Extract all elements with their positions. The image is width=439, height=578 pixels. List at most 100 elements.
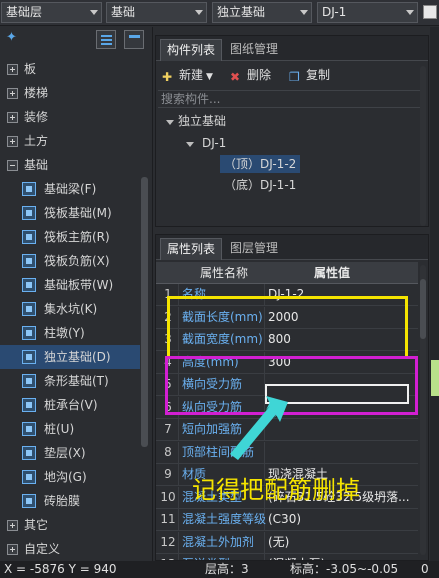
expand-plus-icon[interactable] (7, 136, 18, 147)
tree-item-custom[interactable]: 自定义 (0, 538, 150, 560)
component-icon (22, 398, 36, 412)
component-leaf-top[interactable]: （顶）DJ-1-2 (220, 155, 301, 173)
tab-layer-management[interactable]: 图层管理 (224, 238, 284, 260)
expand-plus-icon[interactable] (7, 112, 18, 123)
property-value[interactable]: (C30) (268, 509, 416, 530)
property-value[interactable]: 300 (268, 352, 416, 373)
sub-item-pile-cap[interactable]: 桩承台(V) (0, 393, 140, 417)
toggle-checkbox[interactable] (423, 5, 437, 19)
sub-item-pier[interactable]: 柱墩(Y) (0, 321, 140, 345)
sub-item-label: 桩(U) (44, 422, 75, 436)
property-row[interactable]: 3 截面宽度(mm) 800 (156, 329, 418, 351)
property-name: 名称 (182, 287, 207, 301)
sparkle-icon[interactable]: ✦ (6, 30, 17, 45)
tree-item-decoration[interactable]: 装修 (0, 106, 150, 128)
row-number: 12 (160, 534, 176, 549)
component-combo[interactable]: DJ-1 (317, 2, 418, 23)
type-combo[interactable]: 独立基础 (212, 2, 312, 23)
new-button[interactable]: ✚ 新建 ▼ (162, 66, 213, 84)
category-combo[interactable]: 基础 (106, 2, 207, 23)
component-leaf-bottom[interactable]: （底）DJ-1-1 (224, 176, 296, 194)
sub-item-label: 条形基础(T) (44, 374, 109, 388)
expand-plus-icon[interactable] (7, 64, 18, 75)
property-name: 截面长度(mm) (182, 309, 263, 324)
sub-item-raft-neg-rebar[interactable]: 筏板负筋(X) (0, 249, 140, 273)
row-number: 7 (164, 422, 172, 436)
property-scrollbar[interactable] (420, 279, 426, 339)
delete-button[interactable]: ✖ 删除 (230, 66, 271, 84)
floor-combo[interactable]: 基础层 (1, 2, 102, 23)
tree-item-earthwork[interactable]: 土方 (0, 130, 150, 152)
tab-drawing-management[interactable]: 图纸管理 (224, 39, 284, 61)
sub-item-label: 地沟(G) (44, 470, 87, 484)
sub-item-label: 筏板负筋(X) (44, 254, 110, 268)
status-elevation: 标高：-3.05~-0.05 (290, 562, 399, 576)
list-view-button[interactable] (96, 30, 116, 49)
left-scrollbar[interactable] (141, 177, 148, 447)
component-icon (22, 230, 36, 244)
tab-property-list[interactable]: 属性列表 (160, 238, 223, 260)
property-row[interactable]: 4 高度(mm) 300 (156, 351, 418, 374)
property-row[interactable]: 1 名称 DJ-1-2 (156, 284, 418, 306)
col-property-value: 属性值 (314, 266, 351, 280)
expand-plus-icon[interactable] (7, 544, 18, 555)
tree-item-other[interactable]: 其它 (0, 514, 150, 536)
row-number: 2 (164, 309, 172, 324)
sub-item-label: 桩承台(V) (44, 398, 98, 412)
component-icon (22, 326, 36, 340)
component-search-input[interactable]: 搜索构件... (158, 90, 426, 108)
sub-item-cushion[interactable]: 垫层(X) (0, 441, 140, 465)
sub-item-slab-band[interactable]: 基础板带(W) (0, 273, 140, 297)
sub-item-raft-foundation[interactable]: 筏板基础(M) (0, 201, 140, 225)
annotation-text: 记得把配筋删掉 (192, 476, 360, 504)
property-value[interactable]: DJ-1-2 (268, 284, 416, 305)
copy-button[interactable]: ❐ 复制 (289, 66, 330, 84)
sub-item-strip-foundation[interactable]: 条形基础(T) (0, 369, 140, 393)
property-panel-tabs: 属性列表 图层管理 (156, 235, 428, 260)
chevron-down-icon (90, 10, 98, 15)
property-row[interactable]: 11 混凝土强度等级 (C30) (156, 509, 418, 531)
copy-icon: ❐ (289, 70, 300, 84)
component-icon (22, 374, 36, 388)
row-number: 11 (160, 512, 176, 526)
floor-combo-value: 基础层 (6, 5, 43, 19)
tree-item-stairs[interactable]: 楼梯 (0, 82, 150, 104)
expand-plus-icon[interactable] (7, 520, 18, 531)
sub-item-pile[interactable]: 桩(U) (0, 417, 140, 441)
delete-icon: ✖ (230, 70, 241, 84)
left-toolbar: ✦ (0, 27, 152, 53)
property-row[interactable]: 2 截面长度(mm) 2000 (156, 306, 418, 329)
component-icon (22, 302, 36, 316)
collapse-minus-icon[interactable] (7, 160, 18, 171)
collapse-triangle-icon[interactable] (166, 120, 174, 125)
copy-button-label: 复制 (306, 68, 331, 82)
property-value[interactable]: (无) (268, 532, 416, 553)
property-value[interactable]: 800 (268, 329, 416, 350)
component-tree-root[interactable]: 独立基础 (178, 112, 226, 130)
sub-item-isolated-foundation[interactable]: 独立基础(D) (0, 345, 140, 369)
type-combo-value: 独立基础 (217, 5, 266, 19)
component-tree-child[interactable]: DJ-1 (202, 134, 226, 152)
sub-item-sump[interactable]: 集水坑(K) (0, 297, 140, 321)
property-row[interactable]: 12 混凝土外加剂 (无) (156, 531, 418, 554)
sub-item-label: 砖胎膜 (44, 494, 81, 508)
property-value[interactable]: 2000 (268, 307, 416, 328)
property-value[interactable]: (混凝土泵) (268, 554, 416, 560)
status-coordinates: X = -5876 Y = 940 (4, 562, 117, 576)
sub-item-trench[interactable]: 地沟(G) (0, 465, 140, 489)
tab-component-list[interactable]: 构件列表 (160, 39, 223, 61)
sub-item-foundation-beam[interactable]: 基础梁(F) (0, 177, 140, 201)
property-name: 混凝土强度等级 (182, 512, 266, 526)
component-icon (22, 446, 36, 460)
chevron-down-icon (195, 10, 203, 15)
sub-item-raft-main-rebar[interactable]: 筏板主筋(R) (0, 225, 140, 249)
sub-item-brick-mold[interactable]: 砖胎膜 (0, 489, 140, 513)
collapse-triangle-icon[interactable] (186, 142, 194, 147)
property-row[interactable]: 13 泵送类型(混凝土泵) (156, 554, 418, 560)
component-icon (22, 278, 36, 292)
row-number: 3 (164, 332, 172, 346)
panel-view-button[interactable] (124, 30, 144, 49)
expand-plus-icon[interactable] (7, 88, 18, 99)
tree-item-foundation[interactable]: 基础 (0, 154, 150, 176)
tree-item-slab[interactable]: 板 (0, 58, 150, 80)
